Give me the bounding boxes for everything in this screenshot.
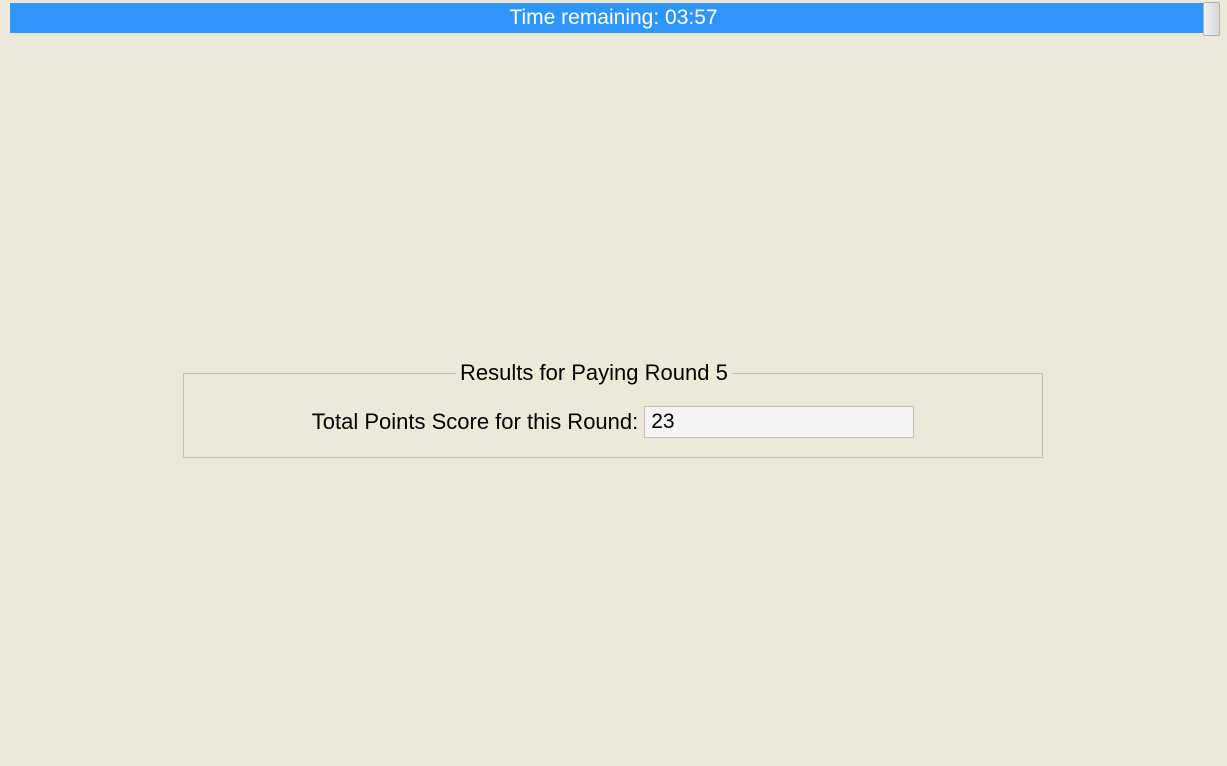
scrollbar-thumb[interactable] xyxy=(1203,2,1220,36)
timer-text: Time remaining: 03:57 xyxy=(509,6,717,30)
timer-bar: Time remaining: 03:57 xyxy=(10,3,1217,33)
score-value-field: 23 xyxy=(644,406,914,438)
results-panel: Results for Paying Round 5 Total Points … xyxy=(183,373,1043,458)
results-legend: Results for Paying Round 5 xyxy=(456,360,732,386)
score-row: Total Points Score for this Round: 23 xyxy=(184,406,1042,438)
score-label: Total Points Score for this Round: xyxy=(312,409,639,435)
